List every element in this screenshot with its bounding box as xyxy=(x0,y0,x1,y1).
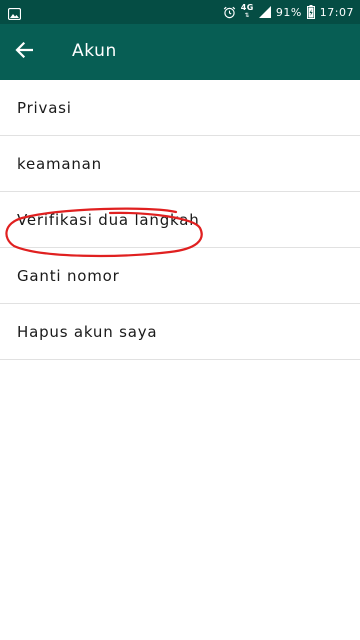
menu-item-label: Ganti nomor xyxy=(17,266,120,285)
menu-item-label: Hapus akun saya xyxy=(17,322,158,341)
menu-item-change-number[interactable]: Ganti nomor xyxy=(0,248,360,304)
account-settings-list: Privasi keamanan Verifikasi dua langkah … xyxy=(0,80,360,360)
status-bar: 4G ⇅ 91% 17:07 xyxy=(0,0,360,24)
page-title: Akun xyxy=(72,41,117,61)
signal-icon xyxy=(258,6,271,18)
menu-item-label: keamanan xyxy=(17,154,102,173)
battery-icon xyxy=(306,5,315,19)
data-arrows-icon: ⇅ xyxy=(244,12,251,19)
app-bar: Akun xyxy=(0,24,360,80)
clock: 17:07 xyxy=(319,5,354,19)
menu-item-delete-account[interactable]: Hapus akun saya xyxy=(0,304,360,360)
battery-percent: 91% xyxy=(275,5,302,19)
menu-item-privacy[interactable]: Privasi xyxy=(0,80,360,136)
network-badge: 4G ⇅ xyxy=(241,4,254,20)
back-button[interactable] xyxy=(10,38,38,66)
network-type: 4G xyxy=(240,3,254,12)
image-icon xyxy=(7,5,22,21)
menu-item-security[interactable]: keamanan xyxy=(0,136,360,192)
alarm-icon xyxy=(223,6,236,19)
menu-item-label: Verifikasi dua langkah xyxy=(17,210,200,229)
menu-item-two-step-verification[interactable]: Verifikasi dua langkah xyxy=(0,192,360,248)
arrow-back-icon xyxy=(15,41,34,62)
status-icons: 4G ⇅ 91% 17:07 xyxy=(223,0,354,24)
menu-item-label: Privasi xyxy=(17,98,72,117)
